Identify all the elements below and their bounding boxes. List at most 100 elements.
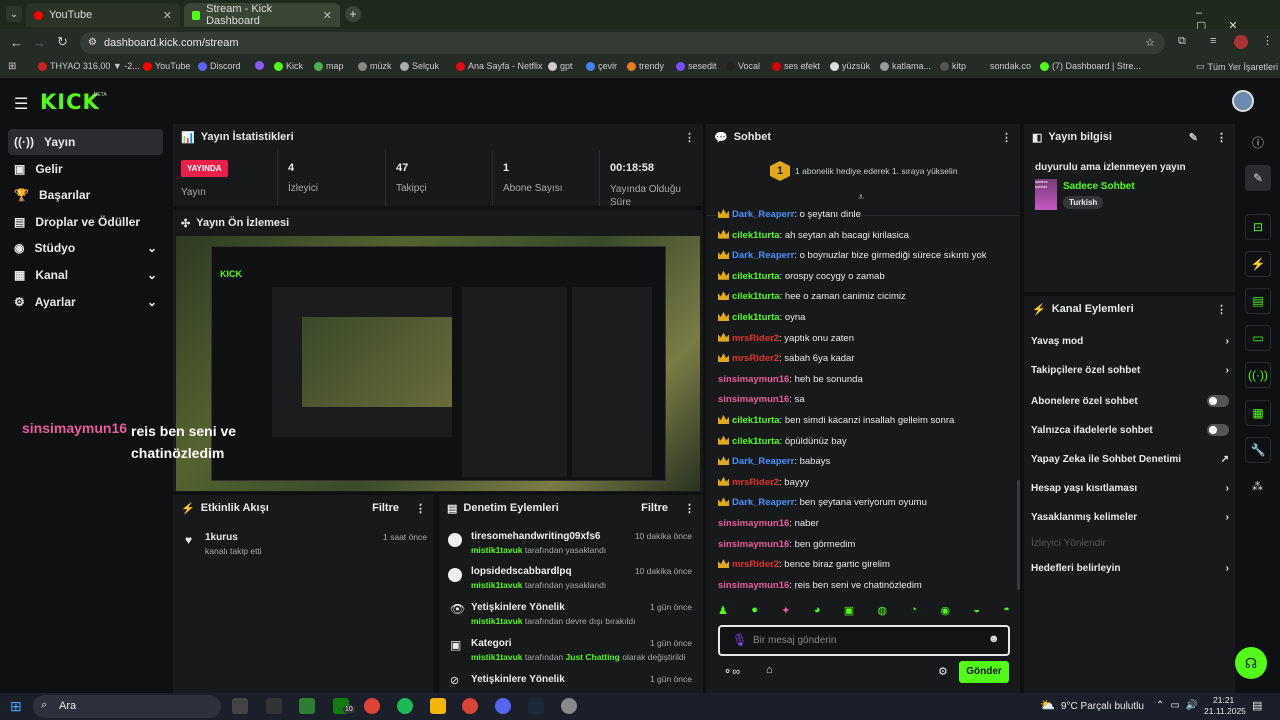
chat-username[interactable]: cilek1turta xyxy=(732,312,780,323)
app-icon[interactable] xyxy=(299,698,315,714)
apps-icon[interactable]: ⊞ xyxy=(8,61,16,72)
action-ai-moderation[interactable]: Yapay Zeka ile Sohbet Denetimi ↗ xyxy=(1031,454,1229,465)
nav-item-yayin[interactable]: ((·)) Yayın xyxy=(8,129,163,155)
chrome-icon[interactable] xyxy=(462,698,478,714)
action-goals[interactable]: Hedefleri belirleyin › xyxy=(1031,563,1229,574)
file-explorer-icon[interactable] xyxy=(430,698,446,714)
nav-item-ayarlar[interactable]: ⚙ Ayarlar ⌄ xyxy=(8,289,163,315)
points-icon[interactable]: ⚬∞ xyxy=(723,665,740,678)
action-account-age[interactable]: Hesap yaşı kısıtlaması › xyxy=(1031,483,1229,494)
chat-scrollbar[interactable] xyxy=(1017,480,1020,590)
chat-username[interactable]: mrsRider2 xyxy=(732,477,779,488)
emoji-icon[interactable]: ☻ xyxy=(988,633,1000,645)
chat-username[interactable]: Dark_Reaperr xyxy=(732,209,794,220)
taskbar-search[interactable]: ⌕ Ara xyxy=(33,695,221,718)
emote-icon[interactable]: ✦ xyxy=(781,604,790,622)
bookmark-item[interactable]: sesedit xyxy=(676,61,717,71)
nav-item-basarilar[interactable]: 🏆 Başarılar xyxy=(8,182,163,208)
close-icon[interactable]: ✕ xyxy=(323,9,332,22)
site-info-icon[interactable]: ⚙ xyxy=(88,32,97,54)
bookmark-item[interactable]: sondak.co xyxy=(990,61,1031,71)
playlist-icon[interactable]: ≡ xyxy=(1210,35,1216,47)
support-button[interactable]: ☊ xyxy=(1235,647,1267,679)
chrome-icon[interactable] xyxy=(364,698,380,714)
nav-item-droplar[interactable]: ▤ Droplar ve Ödüller xyxy=(8,209,163,235)
toggle-switch[interactable] xyxy=(1207,424,1229,436)
more-icon[interactable]: ⋮ xyxy=(684,131,695,144)
tab-kick-dashboard[interactable]: Stream - Kick Dashboard ✕ xyxy=(184,3,340,27)
emote-icon[interactable]: ◍ xyxy=(877,604,887,622)
chat-username[interactable]: mrsRider2 xyxy=(732,353,779,364)
kick-logo[interactable]: KICK xyxy=(40,90,100,114)
chat-settings-icon[interactable]: ⚙ xyxy=(938,665,948,678)
toggle-switch[interactable] xyxy=(1207,395,1229,407)
emote-icon[interactable]: ▣ xyxy=(844,604,854,622)
nav-item-gelir[interactable]: ▣ Gelir xyxy=(8,156,163,182)
chat-username[interactable]: Dark_Reaperr xyxy=(732,497,794,508)
more-icon[interactable]: ⋮ xyxy=(1216,303,1227,316)
bookmark-item[interactable]: THYAO 316,00 ▼ -2... xyxy=(38,61,140,71)
bookmark-item[interactable]: yüzsük xyxy=(830,61,870,71)
chat-input[interactable]: 🎙 Bir mesaj gönderin ☻ xyxy=(718,625,1010,656)
emote-icon[interactable]: ● xyxy=(751,604,758,622)
hamburger-menu-icon[interactable]: ☰ xyxy=(14,94,28,114)
emote-icon[interactable]: ◒ xyxy=(973,604,980,622)
menu-icon[interactable]: ⋮ xyxy=(1262,34,1273,47)
info-circle-icon[interactable]: ⓘ xyxy=(1252,134,1264,151)
bookmark-star-icon[interactable]: ☆ xyxy=(1145,32,1155,54)
bookmark-item[interactable]: YouTube xyxy=(143,61,190,71)
bookmark-item[interactable] xyxy=(255,61,264,70)
spotify-icon[interactable] xyxy=(397,698,413,714)
stream-preview-video[interactable]: KICK xyxy=(176,236,700,491)
emote-icon[interactable]: ♟ xyxy=(718,604,728,622)
url-input[interactable]: ⚙ dashboard.kick.com/stream ☆ xyxy=(80,32,1165,54)
task-view-icon[interactable] xyxy=(232,698,248,714)
nav-item-studyo[interactable]: ◉ Stüdyo ⌄ xyxy=(8,235,163,261)
action-subscribers-only[interactable]: Abonelere özel sohbet xyxy=(1031,395,1229,407)
bookmark-item[interactable]: (7) Dashboard | Stre... xyxy=(1040,61,1141,71)
clock-date[interactable]: 21.11.2025 xyxy=(1204,706,1246,716)
more-icon[interactable]: ⋮ xyxy=(684,502,695,515)
extensions-tool-icon[interactable]: ⁂ xyxy=(1252,480,1263,493)
microphone-icon[interactable]: 🎙 xyxy=(732,633,747,647)
chat-tool-icon[interactable]: ▭ xyxy=(1245,325,1271,351)
all-bookmarks[interactable]: ▭ Tüm Yer İşaretleri xyxy=(1196,61,1278,72)
action-banned-words[interactable]: Yasaklanmış kelimeler › xyxy=(1031,512,1229,523)
chat-username[interactable]: Dark_Reaperr xyxy=(732,250,794,261)
weather-text[interactable]: 9°C Parçalı bulutlu xyxy=(1061,701,1144,712)
bolt-tool-icon[interactable]: ⚡ xyxy=(1245,251,1271,277)
steam-icon[interactable] xyxy=(528,698,544,714)
action-slow-mode[interactable]: Yavaş mod › xyxy=(1031,336,1229,347)
bookmark-item[interactable]: Ana Sayfa - Netflix xyxy=(456,61,543,71)
chat-username[interactable]: cilek1turta xyxy=(732,271,780,282)
emote-icon[interactable]: ◕ xyxy=(814,604,821,622)
camera-tool-icon[interactable]: ⊡ xyxy=(1245,214,1271,240)
notifications-icon[interactable]: ▤ xyxy=(1252,699,1262,712)
chat-username[interactable]: sinsimaymun16 xyxy=(718,580,789,591)
windows-start-icon[interactable]: ⊞ xyxy=(10,698,22,715)
chat-username[interactable]: sinsimaymun16 xyxy=(718,394,789,405)
chat-username[interactable]: sinsimaymun16 xyxy=(718,374,789,385)
more-icon[interactable]: ⋮ xyxy=(415,502,426,515)
wrench-tool-icon[interactable]: 🔧 xyxy=(1245,437,1271,463)
pin-icon[interactable]: ⩡ xyxy=(858,192,864,203)
bookmark-item[interactable]: trendy xyxy=(627,61,664,71)
bookmark-item[interactable]: Selçuk xyxy=(400,61,439,71)
bookmark-item[interactable]: gpt xyxy=(548,61,573,71)
bookmark-item[interactable]: kitp xyxy=(940,61,966,71)
action-emotes-only[interactable]: Yalnızca ifadelerle sohbet xyxy=(1031,424,1229,436)
layout-tool-icon[interactable]: ▦ xyxy=(1245,400,1271,426)
broadcast-tool-icon[interactable]: ((·)) xyxy=(1245,362,1271,388)
back-icon[interactable]: ← xyxy=(10,35,23,50)
nav-item-kanal[interactable]: ▦ Kanal ⌄ xyxy=(8,262,163,288)
bookmark-item[interactable]: Kick xyxy=(274,61,303,71)
clock-time[interactable]: 21:21 xyxy=(1213,695,1234,705)
category-thumbnail[interactable]: sadece sohbet xyxy=(1035,179,1057,210)
bookmark-item[interactable]: Vocal xyxy=(726,61,760,71)
tab-youtube[interactable]: YouTube ✕ xyxy=(26,3,180,27)
tab-search-icon[interactable]: ⌄ xyxy=(6,6,22,22)
bookmark-item[interactable]: çevir xyxy=(586,61,617,71)
document-tool-icon[interactable]: ▤ xyxy=(1245,288,1271,314)
emote-icon[interactable]: ◉ xyxy=(940,604,950,622)
filter-button[interactable]: Filtre xyxy=(372,502,399,514)
